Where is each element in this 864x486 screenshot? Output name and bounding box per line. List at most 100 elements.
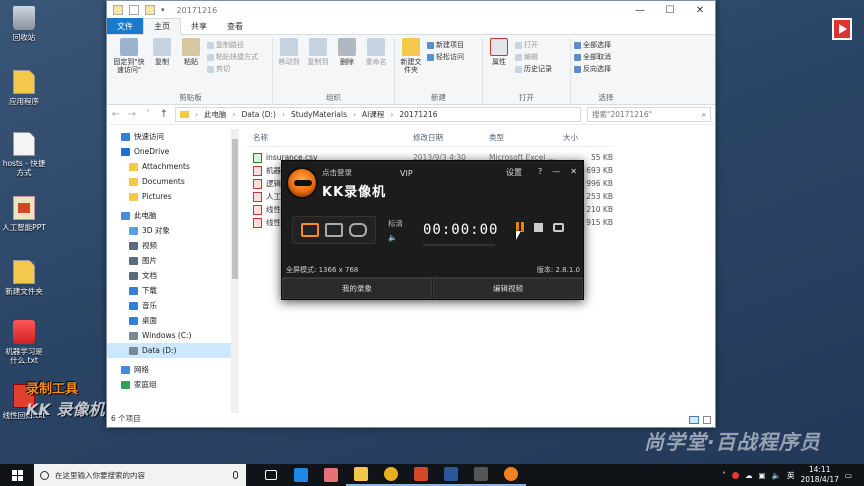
desktop-icon-recycle-bin[interactable]: 回收站	[2, 6, 46, 42]
close-button[interactable]: ✕	[685, 1, 715, 19]
history-button[interactable]: 历史记录	[515, 64, 552, 74]
copy-path-button[interactable]: 复制路径	[207, 40, 258, 50]
taskbar-app-kk-recorder[interactable]	[496, 464, 526, 486]
nav-item[interactable]: Pictures	[107, 189, 239, 204]
open-button[interactable]: 打开	[515, 40, 552, 50]
nav-item[interactable]: Data (D:)	[107, 343, 239, 358]
desktop-icon-apps[interactable]: 应用程序	[2, 70, 46, 106]
breadcrumb-item[interactable]: Data (D:)	[242, 110, 276, 119]
clock[interactable]: 14:11 2018/4/17	[800, 465, 838, 485]
microphone-icon[interactable]	[233, 471, 238, 479]
nav-item[interactable]: 视频	[107, 238, 239, 253]
easy-access-button[interactable]: 轻松访问	[427, 52, 464, 62]
up-arrow-icon[interactable]: ↑	[159, 109, 169, 120]
new-item-button[interactable]: 新建项目	[427, 40, 464, 50]
tab-view[interactable]: 查看	[217, 19, 253, 34]
taskbar-app-chrome[interactable]	[376, 464, 406, 486]
taskbar-app-powerpoint[interactable]	[406, 464, 436, 486]
maximize-button[interactable]: ☐	[655, 1, 685, 19]
nav-item[interactable]: Windows (C:)	[107, 328, 239, 343]
nav-item[interactable]: 文档	[107, 268, 239, 283]
recent-chevron-icon[interactable]: ˅	[143, 109, 153, 120]
login-link[interactable]: 点击登录	[322, 167, 352, 178]
nav-item[interactable]: 音乐	[107, 298, 239, 313]
details-view-icon[interactable]	[689, 416, 699, 424]
taskbar-app-media[interactable]	[466, 464, 496, 486]
tab-share[interactable]: 共享	[181, 19, 217, 34]
vip-badge[interactable]: VIP	[400, 169, 413, 178]
address-bar[interactable]: › 此电脑 › Data (D:) › StudyMaterials › AI课…	[175, 107, 581, 122]
minimize-button[interactable]: —	[552, 167, 560, 178]
nav-item[interactable]: 桌面	[107, 313, 239, 328]
breadcrumb-item[interactable]: 20171216	[399, 110, 437, 119]
quality-selector[interactable]: 标清	[388, 218, 403, 229]
nav-item[interactable]: Attachments	[107, 159, 239, 174]
new-folder-icon[interactable]	[145, 5, 155, 15]
column-date[interactable]: 修改日期	[413, 132, 489, 143]
cut-button[interactable]: 剪切	[207, 64, 258, 74]
breadcrumb-item[interactable]: StudyMaterials	[291, 110, 347, 119]
start-button[interactable]	[0, 464, 34, 486]
nav-item[interactable]: 快速访问	[107, 129, 239, 144]
game-mode-icon[interactable]	[349, 223, 367, 237]
search-box[interactable]: 搜索"20171216" ⌕	[587, 107, 711, 122]
fullscreen-mode-icon[interactable]	[301, 223, 319, 237]
back-arrow-icon[interactable]: ←	[111, 109, 121, 120]
desktop-icon-new-folder[interactable]: 新建文件夹	[2, 260, 46, 296]
new-folder-button[interactable]: 新建文件夹	[398, 38, 424, 92]
invert-selection-button[interactable]: 反向选择	[574, 64, 611, 74]
region-mode-icon[interactable]	[325, 223, 343, 237]
tab-file[interactable]: 文件	[107, 18, 143, 34]
taskbar-app-word[interactable]	[436, 464, 466, 486]
minimize-button[interactable]: —	[625, 1, 655, 19]
nav-item[interactable]: 图片	[107, 253, 239, 268]
nav-item[interactable]: 下载	[107, 283, 239, 298]
nav-item[interactable]: 家庭组	[107, 377, 239, 392]
recorder-shortcut-icon[interactable]	[832, 18, 852, 40]
edit-video-button[interactable]: 编辑视频	[433, 278, 583, 299]
volume-icon[interactable]: 🔈	[772, 471, 781, 480]
nav-item[interactable]: 3D 对象	[107, 223, 239, 238]
desktop-icon-ml-txt[interactable]: 机器学习是什么.txt	[2, 320, 46, 365]
taskbar-app-explorer[interactable]	[346, 464, 376, 486]
ime-indicator[interactable]: 英	[787, 470, 795, 481]
breadcrumb-item[interactable]: AI课程	[362, 109, 384, 120]
screenshot-camera-icon[interactable]	[553, 222, 564, 232]
tab-home[interactable]: 主页	[143, 18, 181, 35]
tiles-view-icon[interactable]	[703, 416, 711, 424]
rename-button[interactable]: 重命名	[363, 38, 389, 92]
close-button[interactable]: ✕	[570, 167, 577, 178]
nav-item[interactable]: 此电脑	[107, 208, 239, 223]
forward-arrow-icon[interactable]: →	[127, 109, 137, 120]
taskbar-app-task-view[interactable]	[256, 464, 286, 486]
chevron-down-icon[interactable]: ▾	[161, 6, 165, 14]
nav-scrollbar[interactable]	[231, 129, 239, 413]
taskbar-search[interactable]: 在这里输入你要搜索的内容	[34, 464, 246, 486]
desktop-icon-ppt[interactable]: 人工智能PPT	[2, 196, 46, 232]
my-recordings-button[interactable]: 我的录象	[282, 278, 432, 299]
nav-item[interactable]: OneDrive	[107, 144, 239, 159]
stop-icon[interactable]	[534, 222, 543, 232]
copy-to-button[interactable]: 复制到	[305, 38, 331, 92]
cloud-icon[interactable]: ☁	[745, 471, 753, 480]
edit-button[interactable]: 编辑	[515, 52, 552, 62]
pin-button[interactable]: 固定到"快速访问"	[112, 38, 146, 92]
scrollbar-thumb[interactable]	[232, 139, 238, 279]
delete-button[interactable]: 删除	[334, 38, 360, 92]
paste-button[interactable]: 粘贴	[178, 38, 204, 92]
copy-button[interactable]: 复制	[149, 38, 175, 92]
notification-icon[interactable]: ▭	[845, 471, 852, 480]
recorder-tray-icon[interactable]	[732, 471, 739, 479]
volume-icon[interactable]: 🔈	[388, 233, 403, 242]
desktop-icon-hosts[interactable]: hosts - 快捷方式	[2, 132, 46, 177]
network-icon[interactable]: ▣	[759, 471, 766, 480]
select-all-button[interactable]: 全部选择	[574, 40, 611, 50]
nav-item[interactable]: 网络	[107, 362, 239, 377]
move-to-button[interactable]: 移动到	[276, 38, 302, 92]
help-button[interactable]: ?	[538, 167, 542, 178]
taskbar-app-app-3[interactable]	[316, 464, 346, 486]
taskbar-app-edge[interactable]	[286, 464, 316, 486]
paste-shortcut-button[interactable]: 粘贴快捷方式	[207, 52, 258, 62]
column-name[interactable]: 名称	[247, 132, 413, 143]
settings-button[interactable]: 设置	[506, 167, 522, 178]
